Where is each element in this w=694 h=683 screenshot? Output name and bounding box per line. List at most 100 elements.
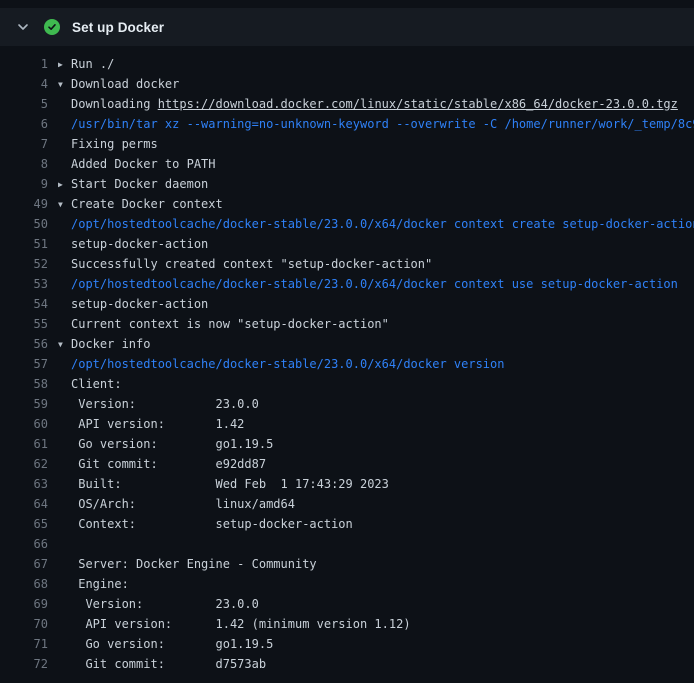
line-number[interactable]: 63 — [0, 474, 48, 494]
log-line-content: Built: Wed Feb 1 17:43:29 2023 — [58, 474, 389, 494]
log-text: OS/Arch: linux/amd64 — [71, 497, 295, 511]
line-number[interactable]: 58 — [0, 374, 48, 394]
chevron-down-icon[interactable] — [16, 20, 30, 34]
log-text: Download docker — [71, 77, 179, 91]
log-text: Context: setup-docker-action — [71, 517, 353, 531]
line-number[interactable]: 59 — [0, 394, 48, 414]
log-line-content: Client: — [58, 374, 122, 394]
log-text: Run ./ — [71, 57, 114, 71]
log-line-content: /opt/hostedtoolcache/docker-stable/23.0.… — [58, 274, 678, 294]
line-number[interactable]: 1 — [0, 54, 48, 74]
line-number[interactable]: 60 — [0, 414, 48, 434]
line-number[interactable]: 7 — [0, 134, 48, 154]
log-line: 61 Go version: go1.19.5 — [0, 434, 694, 454]
log-line-content: setup-docker-action — [58, 294, 208, 314]
log-line-content: /usr/bin/tar xz --warning=no-unknown-key… — [58, 114, 694, 134]
line-number[interactable]: 69 — [0, 594, 48, 614]
line-number[interactable]: 56 — [0, 334, 48, 354]
log-line-content: OS/Arch: linux/amd64 — [58, 494, 295, 514]
log-text: Fixing perms — [71, 137, 158, 151]
line-number[interactable]: 9 — [0, 174, 48, 194]
log-line: 67 Server: Docker Engine - Community — [0, 554, 694, 574]
log-line: 52Successfully created context "setup-do… — [0, 254, 694, 274]
log-line-content — [58, 534, 71, 554]
log-line: 53/opt/hostedtoolcache/docker-stable/23.… — [0, 274, 694, 294]
log-text: Added Docker to PATH — [71, 157, 216, 171]
log-line-content: /opt/hostedtoolcache/docker-stable/23.0.… — [58, 214, 694, 234]
log-text: Git commit: d7573ab — [71, 657, 266, 671]
log-line: 57/opt/hostedtoolcache/docker-stable/23.… — [0, 354, 694, 374]
log-group-line[interactable]: 1 ▶Run ./ — [0, 54, 694, 74]
log-line-content: Fixing perms — [58, 134, 158, 154]
line-number[interactable]: 50 — [0, 214, 48, 234]
log-text: API version: 1.42 — [71, 417, 244, 431]
triangle-collapsed-icon[interactable]: ▶ — [58, 175, 71, 195]
log-line: 69 Version: 23.0.0 — [0, 594, 694, 614]
log-line: 66 — [0, 534, 694, 554]
log-line-content: API version: 1.42 — [58, 414, 244, 434]
line-number[interactable]: 57 — [0, 354, 48, 374]
log-line-content: Go version: go1.19.5 — [58, 634, 273, 654]
triangle-collapsed-icon[interactable]: ▶ — [58, 55, 71, 75]
log-line-content: Context: setup-docker-action — [58, 514, 353, 534]
log-line: 72 Git commit: d7573ab — [0, 654, 694, 674]
log-text: Server: Docker Engine - Community — [71, 557, 317, 571]
log-command-text: /opt/hostedtoolcache/docker-stable/23.0.… — [71, 277, 678, 291]
log-line: 7 Fixing perms — [0, 134, 694, 154]
line-number[interactable]: 67 — [0, 554, 48, 574]
log-line: 8 Added Docker to PATH — [0, 154, 694, 174]
line-number[interactable]: 6 — [0, 114, 48, 134]
log-text: Engine: — [71, 577, 129, 591]
log-group-line[interactable]: 56 ▼Docker info — [0, 334, 694, 354]
log-text: Git commit: e92dd87 — [71, 457, 266, 471]
line-number[interactable]: 70 — [0, 614, 48, 634]
line-number[interactable]: 65 — [0, 514, 48, 534]
log-text: Go version: go1.19.5 — [71, 637, 273, 651]
log-line-content: Version: 23.0.0 — [58, 594, 259, 614]
log-line: 63 Built: Wed Feb 1 17:43:29 2023 — [0, 474, 694, 494]
log-line-content: /opt/hostedtoolcache/docker-stable/23.0.… — [58, 354, 504, 374]
log-line: 54 setup-docker-action — [0, 294, 694, 314]
log-line-content: Downloading https://download.docker.com/… — [58, 94, 678, 114]
line-number[interactable]: 53 — [0, 274, 48, 294]
line-number[interactable]: 4 — [0, 74, 48, 94]
log-line-content: setup-docker-action — [58, 234, 208, 254]
log-line: 50/opt/hostedtoolcache/docker-stable/23.… — [0, 214, 694, 234]
log-text: Version: 23.0.0 — [71, 597, 259, 611]
line-number[interactable]: 54 — [0, 294, 48, 314]
log-line-content: Added Docker to PATH — [58, 154, 216, 174]
triangle-expanded-icon[interactable]: ▼ — [58, 75, 71, 95]
line-number[interactable]: 61 — [0, 434, 48, 454]
log-line: 51 setup-docker-action — [0, 234, 694, 254]
line-number[interactable]: 66 — [0, 534, 48, 554]
log-link[interactable]: https://download.docker.com/linux/static… — [158, 97, 678, 111]
log-group-line[interactable]: 9▶Start Docker daemon — [0, 174, 694, 194]
log-text: Current context is now "setup-docker-act… — [71, 317, 389, 331]
success-check-icon — [44, 19, 60, 35]
line-number[interactable]: 71 — [0, 634, 48, 654]
triangle-expanded-icon[interactable]: ▼ — [58, 195, 71, 215]
log-text: Docker info — [71, 337, 150, 351]
log-line-content: Engine: — [58, 574, 129, 594]
line-number[interactable]: 68 — [0, 574, 48, 594]
log-text: Downloading — [71, 97, 158, 111]
log-text: Built: Wed Feb 1 17:43:29 2023 — [71, 477, 389, 491]
triangle-expanded-icon[interactable]: ▼ — [58, 335, 71, 355]
log-text: Go version: go1.19.5 — [71, 437, 273, 451]
line-number[interactable]: 5 — [0, 94, 48, 114]
log-command-text: /opt/hostedtoolcache/docker-stable/23.0.… — [71, 357, 504, 371]
log-group-line[interactable]: 4 ▼Download docker — [0, 74, 694, 94]
line-number[interactable]: 51 — [0, 234, 48, 254]
line-number[interactable]: 55 — [0, 314, 48, 334]
log-text: Client: — [71, 377, 122, 391]
log-line-content: ▶Run ./ — [58, 54, 114, 74]
line-number[interactable]: 49 — [0, 194, 48, 214]
line-number[interactable]: 64 — [0, 494, 48, 514]
line-number[interactable]: 62 — [0, 454, 48, 474]
step-header[interactable]: Set up Docker — [0, 8, 694, 46]
line-number[interactable]: 8 — [0, 154, 48, 174]
line-number[interactable]: 52 — [0, 254, 48, 274]
log-line-content: Go version: go1.19.5 — [58, 434, 273, 454]
line-number[interactable]: 72 — [0, 654, 48, 674]
log-group-line[interactable]: 49▼Create Docker context — [0, 194, 694, 214]
